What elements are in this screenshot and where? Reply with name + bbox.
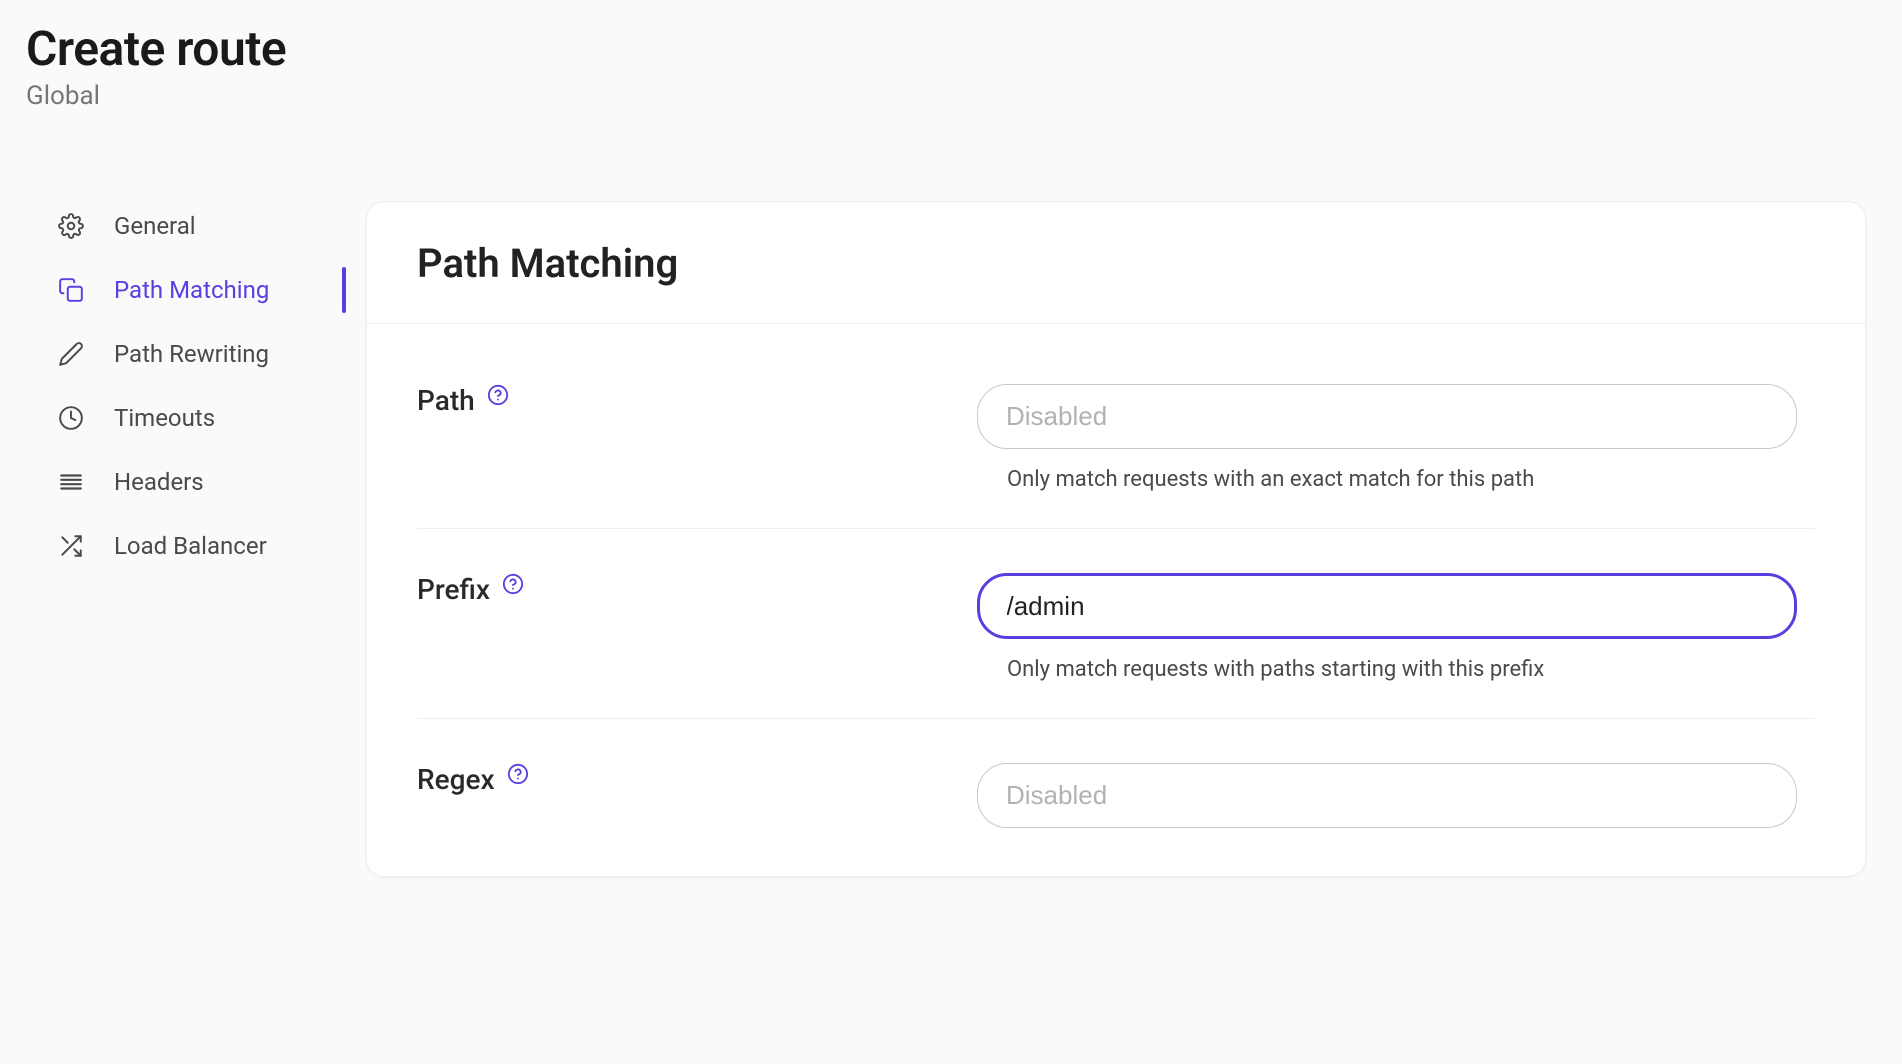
sidebar: General Path Matching Path Rewriting Tim…: [26, 201, 366, 877]
sidebar-item-path-matching[interactable]: Path Matching: [56, 265, 366, 315]
path-label: Path: [417, 384, 475, 417]
pencil-icon: [56, 339, 86, 369]
copy-icon: [56, 275, 86, 305]
prefix-label: Prefix: [417, 573, 490, 606]
sidebar-item-path-rewriting[interactable]: Path Rewriting: [56, 329, 366, 379]
panel-title: Path Matching: [367, 202, 1865, 324]
sidebar-item-label: Headers: [114, 468, 204, 496]
path-hint: Only match requests with an exact match …: [1007, 467, 1797, 492]
help-icon[interactable]: [507, 763, 529, 785]
help-icon[interactable]: [502, 573, 524, 595]
regex-label: Regex: [417, 763, 495, 796]
regex-input[interactable]: [977, 763, 1797, 828]
sidebar-item-label: General: [114, 212, 196, 240]
form-row-prefix: Prefix Only match requests with paths st…: [417, 529, 1815, 719]
sidebar-item-general[interactable]: General: [56, 201, 366, 251]
list-icon: [56, 467, 86, 497]
prefix-hint: Only match requests with paths starting …: [1007, 657, 1797, 682]
sidebar-item-label: Timeouts: [114, 404, 215, 432]
sidebar-item-label: Path Rewriting: [114, 340, 269, 368]
form-row-regex: Regex: [417, 719, 1815, 836]
sidebar-item-label: Load Balancer: [114, 532, 267, 560]
help-icon[interactable]: [487, 384, 509, 406]
path-input[interactable]: [977, 384, 1797, 449]
sidebar-item-timeouts[interactable]: Timeouts: [56, 393, 366, 443]
sidebar-item-headers[interactable]: Headers: [56, 457, 366, 507]
shuffle-icon: [56, 531, 86, 561]
sidebar-item-label: Path Matching: [114, 276, 269, 304]
page-subtitle: Global: [26, 81, 1876, 111]
page-title: Create route: [26, 20, 1876, 77]
sidebar-item-load-balancer[interactable]: Load Balancer: [56, 521, 366, 571]
main-panel: Path Matching Path Only match requests w…: [366, 201, 1866, 877]
gear-icon: [56, 211, 86, 241]
form-row-path: Path Only match requests with an exact m…: [417, 340, 1815, 529]
clock-icon: [56, 403, 86, 433]
prefix-input[interactable]: [977, 573, 1797, 639]
